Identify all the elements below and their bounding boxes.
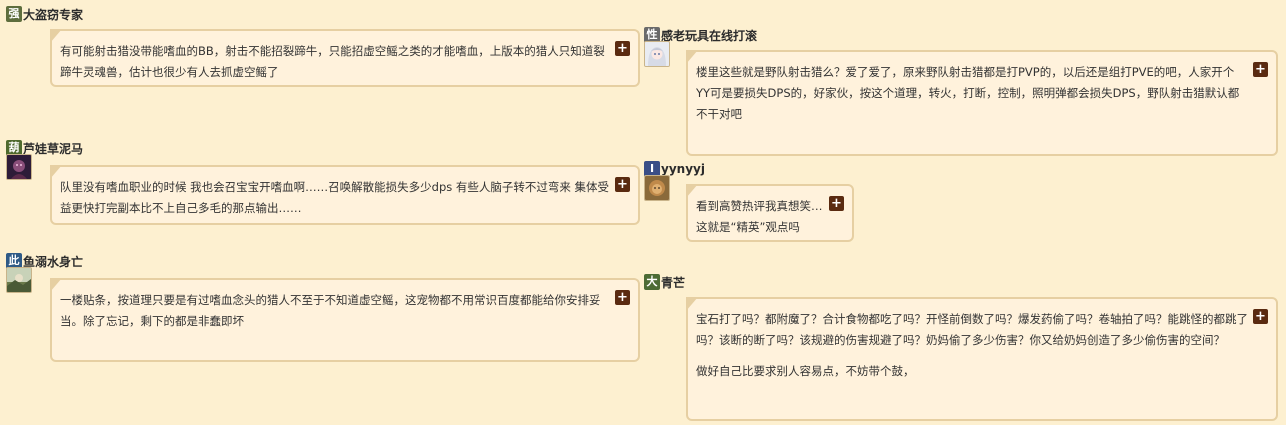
landscape-avatar-icon[interactable] [6, 267, 32, 293]
comment-text-line: 做好自己比要求别人容易点，不妨带个鼓， [696, 364, 915, 378]
comment-header: 大 青芒 [644, 271, 685, 293]
username-link[interactable]: 芦娃草泥马 [23, 140, 83, 157]
comment-header: 强 大盗窃专家 [6, 3, 83, 25]
user-badge: 强 [6, 6, 22, 22]
comment-bubble: 楼里这些就是野队射击猎么？爱了爱了，原来野队射击猎都是打PVP的，以后还是组打P… [686, 50, 1278, 156]
comment-text: 有可能射击猎没带能嗜血的BB，射击不能招裂蹄牛，只能招虚空鳐之类的才能嗜血，上版… [60, 44, 605, 79]
lion-avatar-icon[interactable] [644, 175, 670, 201]
comment-bubble: 宝石打了吗？都附魔了？合计食物都吃了吗？开怪前倒数了吗？爆发药偷了吗？卷轴拍了吗… [686, 297, 1278, 421]
expand-plus-button[interactable]: + [829, 196, 844, 211]
user-badge: 大 [644, 274, 660, 290]
comment-text-spacer [696, 351, 1254, 361]
comment-text-line: 这就是“精英”观点吗 [696, 220, 800, 234]
expand-plus-button[interactable]: + [1253, 62, 1268, 77]
expand-plus-button[interactable]: + [615, 177, 630, 192]
username-link[interactable]: 感老玩具在线打滚 [661, 27, 757, 44]
expand-plus-button[interactable]: + [1253, 309, 1268, 324]
comment-bubble: 队里没有嗜血职业的时候 我也会召宝宝开嗜血啊……召唤解散能损失多少dps 有些人… [50, 165, 640, 225]
comment-text: 队里没有嗜血职业的时候 我也会召宝宝开嗜血啊……召唤解散能损失多少dps 有些人… [60, 180, 610, 215]
comment-text-line: 宝石打了吗？都附魔了？合计食物都吃了吗？开怪前倒数了吗？爆发药偷了吗？卷轴拍了吗… [696, 312, 1248, 347]
comment-bubble: 有可能射击猎没带能嗜血的BB，射击不能招裂蹄牛，只能招虚空鳐之类的才能嗜血，上版… [50, 29, 640, 87]
comment-text: 一楼贴条，按道理只要是有过嗜血念头的猎人不至于不知道虚空鳐，这宠物都不用常识百度… [60, 293, 601, 328]
username-link[interactable]: 大盗窃专家 [23, 6, 83, 23]
comment-text-line: 看到高赞热评我真想笑… [696, 199, 823, 213]
comment-bubble: 看到高赞热评我真想笑… 这就是“精英”观点吗 + [686, 184, 854, 242]
username-link[interactable]: 鱼溺水身亡 [23, 253, 83, 270]
username-link[interactable]: 青芒 [661, 274, 685, 291]
expand-plus-button[interactable]: + [615, 41, 630, 56]
comment-bubble: 一楼贴条，按道理只要是有过嗜血念头的猎人不至于不知道虚空鳐，这宠物都不用常识百度… [50, 278, 640, 362]
comment-text: 楼里这些就是野队射击猎么？爱了爱了，原来野队射击猎都是打PVP的，以后还是组打P… [696, 65, 1240, 121]
dark-character-avatar-icon[interactable] [6, 154, 32, 180]
expand-plus-button[interactable]: + [615, 290, 630, 305]
username-link[interactable]: yynyyj [661, 162, 705, 176]
anime-girl-avatar-icon[interactable] [644, 41, 670, 67]
